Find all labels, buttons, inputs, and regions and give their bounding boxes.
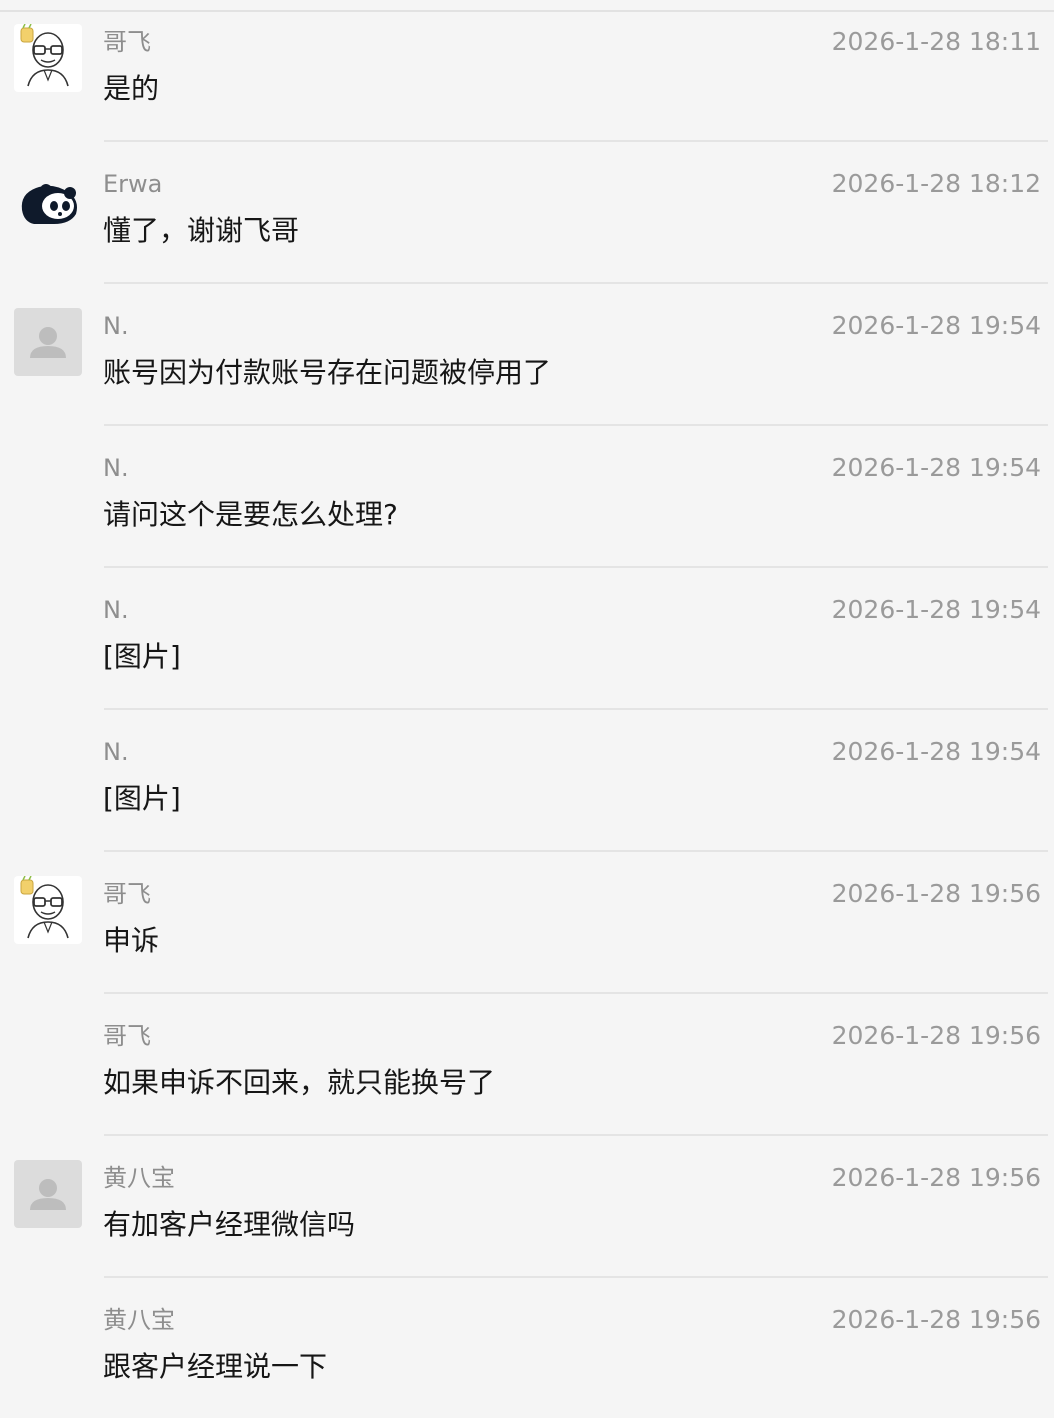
message-text: 申诉 (103, 924, 160, 957)
sender-name: 哥飞 (103, 28, 151, 56)
message-timestamp: 2026-1-28 18:11 (831, 27, 1041, 56)
avatar[interactable] (14, 876, 82, 944)
panda-avatar-icon (14, 166, 82, 234)
default-user-avatar-icon (14, 1160, 82, 1228)
message-item[interactable]: 哥飞 2026-1-28 19:56 申诉 (0, 852, 1054, 994)
avatar[interactable] (14, 24, 82, 92)
message-item[interactable]: 哥飞 2026-1-28 19:56 如果申诉不回来，就只能换号了 (0, 994, 1054, 1136)
avatar[interactable] (14, 1160, 82, 1228)
sender-name: N. (103, 454, 129, 482)
sender-name: 黄八宝 (103, 1306, 175, 1334)
message-timestamp: 2026-1-28 18:12 (831, 169, 1041, 198)
message-text: 账号因为付款账号存在问题被停用了 (103, 356, 552, 389)
avatar[interactable] (14, 166, 82, 234)
sender-name: N. (103, 596, 129, 624)
message-item[interactable]: N. 2026-1-28 19:54 [图片] (0, 710, 1054, 852)
message-image-placeholder[interactable]: [图片] (103, 780, 181, 818)
message-item[interactable]: 黄八宝 2026-1-28 19:56 有加客户经理微信吗 (0, 1136, 1054, 1278)
message-timestamp: 2026-1-28 19:56 (831, 879, 1041, 908)
sender-name: N. (103, 312, 129, 340)
message-timestamp: 2026-1-28 19:56 (831, 1021, 1041, 1050)
bald-glasses-avatar-icon (14, 876, 82, 944)
message-timestamp: 2026-1-28 19:54 (831, 311, 1041, 340)
message-timestamp: 2026-1-28 19:54 (831, 737, 1041, 766)
message-item[interactable]: N. 2026-1-28 19:54 账号因为付款账号存在问题被停用了 (0, 284, 1054, 426)
message-text: 如果申诉不回来，就只能换号了 (103, 1066, 496, 1099)
message-timestamp: 2026-1-28 19:56 (831, 1163, 1041, 1192)
message-text: 是的 (103, 72, 160, 105)
message-image-placeholder[interactable]: [图片] (103, 638, 181, 676)
message-text: 懂了，谢谢飞哥 (103, 214, 300, 247)
message-item[interactable]: 哥飞 2026-1-28 18:11 是的 (0, 0, 1054, 142)
message-item[interactable]: 黄八宝 2026-1-28 19:56 跟客户经理说一下 (0, 1278, 1054, 1418)
message-text: 请问这个是要怎么处理? (103, 498, 398, 531)
sender-name: Erwa (103, 170, 163, 198)
message-timestamp: 2026-1-28 19:54 (831, 453, 1041, 482)
avatar[interactable] (14, 308, 82, 376)
message-item[interactable]: N. 2026-1-28 19:54 请问这个是要怎么处理? (0, 426, 1054, 568)
sender-name: 哥飞 (103, 1022, 151, 1050)
message-timestamp: 2026-1-28 19:56 (831, 1305, 1041, 1334)
message-timestamp: 2026-1-28 19:54 (831, 595, 1041, 624)
message-item[interactable]: Erwa 2026-1-28 18:12 懂了，谢谢飞哥 (0, 142, 1054, 284)
sender-name: 黄八宝 (103, 1164, 175, 1192)
default-user-avatar-icon (14, 308, 82, 376)
message-text: 跟客户经理说一下 (103, 1350, 328, 1383)
sender-name: N. (103, 738, 129, 766)
message-item[interactable]: N. 2026-1-28 19:54 [图片] (0, 568, 1054, 710)
sender-name: 哥飞 (103, 880, 151, 908)
bald-glasses-avatar-icon (14, 24, 82, 92)
message-text: 有加客户经理微信吗 (103, 1208, 356, 1241)
